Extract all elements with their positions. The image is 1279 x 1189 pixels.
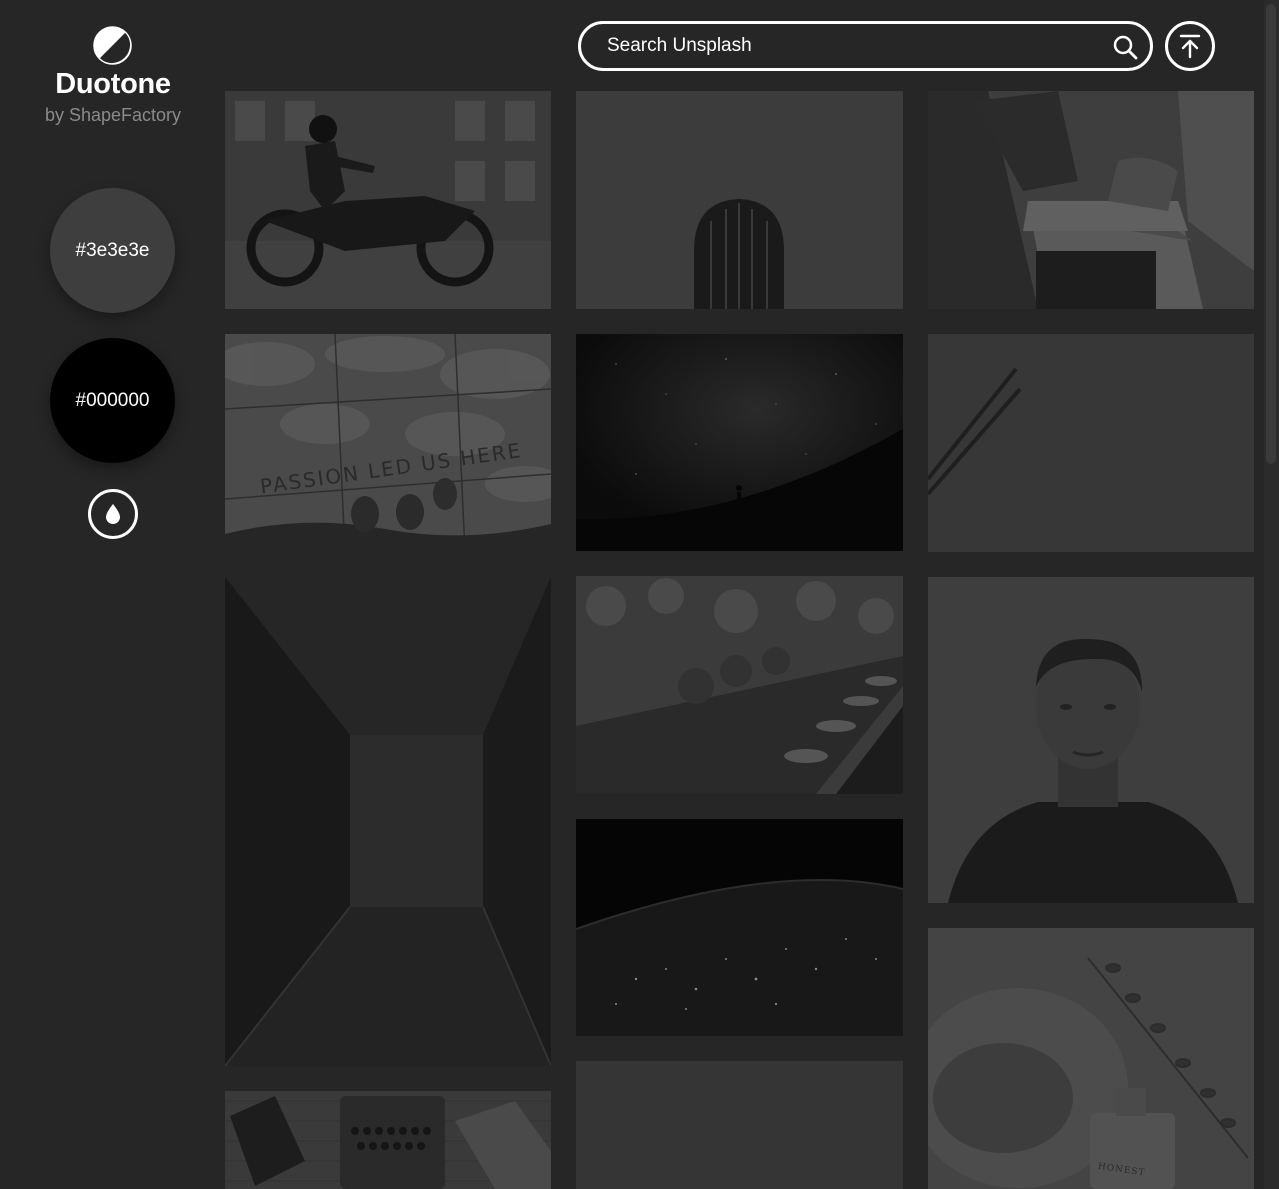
photo-earth-at-night[interactable] [576, 819, 903, 1036]
photo-motorcycle-rider[interactable] [225, 91, 551, 309]
scrollbar-thumb[interactable] [1266, 4, 1276, 464]
color-swatch-light[interactable]: #3e3e3e [50, 188, 175, 313]
photo-pencils[interactable] [928, 334, 1254, 552]
app-subtitle: by ShapeFactory [44, 105, 182, 125]
search-bar [578, 21, 1153, 71]
random-colors-button[interactable] [88, 489, 138, 539]
app-title: Duotone [55, 68, 171, 100]
color-swatch-label: #000000 [75, 389, 150, 411]
search-input[interactable] [605, 24, 1095, 68]
photo-passion-led-us-here[interactable]: PASSION LED US HERE [225, 334, 551, 552]
photo-portrait-man[interactable] [928, 577, 1254, 903]
color-swatch-label: #3e3e3e [75, 239, 150, 261]
water-drop-icon [106, 504, 120, 524]
arrow-up-to-top-icon [1179, 34, 1201, 59]
sidebar: Duotone by ShapeFactory #3e3e3e #000000 [0, 0, 226, 1189]
photo-laptop-desk[interactable] [928, 91, 1254, 309]
scroll-to-top-button[interactable] [1165, 21, 1215, 71]
photo-plain-gray[interactable] [576, 1061, 903, 1189]
search-icon[interactable] [1112, 34, 1138, 60]
photo-corridor[interactable] [225, 577, 551, 1066]
photo-night-sky-silhouette[interactable] [576, 334, 903, 551]
color-swatch-dark[interactable]: #000000 [50, 338, 175, 463]
photo-typewriter-desk[interactable] [225, 1091, 551, 1189]
half-circle-contrast-icon [93, 26, 132, 65]
photo-dinner-table[interactable] [576, 576, 903, 794]
photo-skincare-bottle[interactable]: HONEST [928, 928, 1254, 1189]
photo-cactus[interactable] [576, 91, 903, 309]
